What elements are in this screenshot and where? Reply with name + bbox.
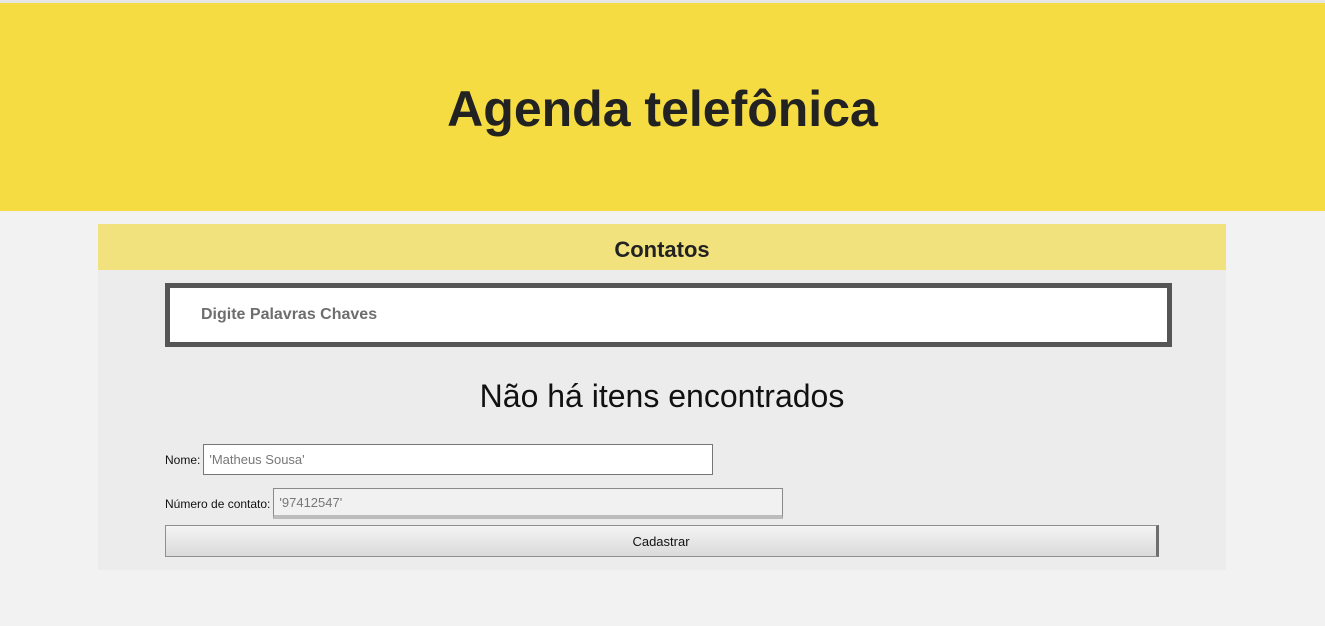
phone-field-row: Número de contato:	[165, 488, 784, 519]
phone-label: Número de contato:	[165, 496, 271, 511]
contacts-panel-header: Contatos	[98, 224, 1226, 270]
search-input[interactable]	[170, 288, 1167, 342]
empty-results-message: Não há itens encontrados	[479, 378, 845, 414]
search-box	[165, 283, 1172, 347]
submit-button[interactable]: Cadastrar	[165, 525, 1159, 557]
name-input[interactable]	[203, 444, 714, 475]
phone-input[interactable]	[273, 488, 784, 519]
name-field-row: Nome:	[165, 444, 714, 475]
page-title: Agenda telefônica	[447, 81, 878, 137]
page-header: Agenda telefônica	[0, 3, 1325, 211]
name-label: Nome:	[165, 452, 201, 467]
contacts-panel: Contatos Não há itens encontrados Nome: …	[98, 224, 1226, 570]
contacts-title: Contatos	[614, 237, 710, 262]
